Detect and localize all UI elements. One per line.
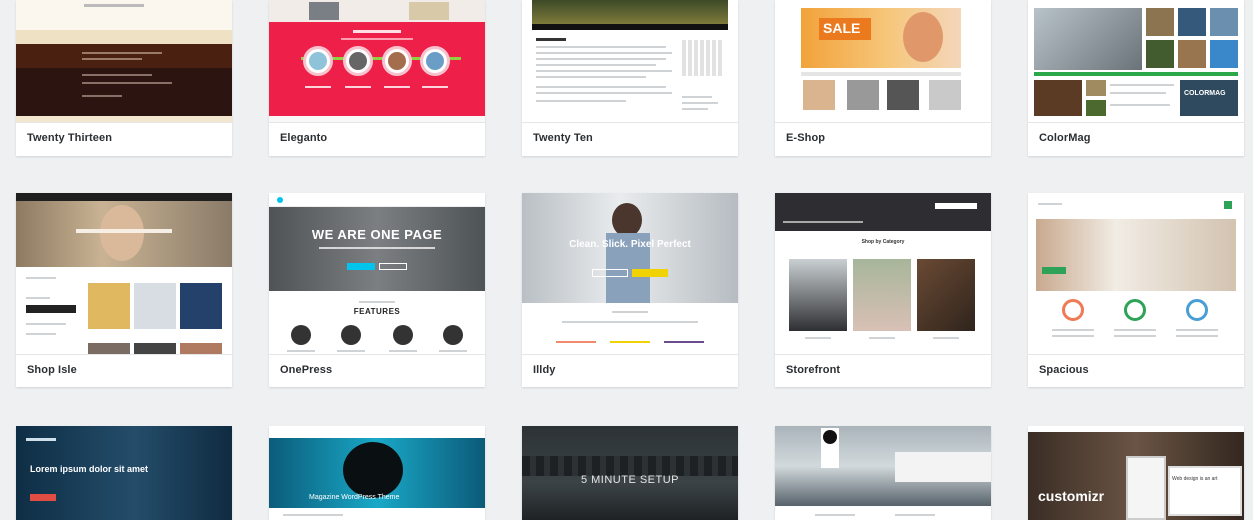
theme-screenshot: WE ARE ONE PAGE FEATURES xyxy=(269,193,485,354)
theme-screenshot: Lorem ipsum dolor sit amet xyxy=(16,426,232,520)
theme-screenshot: Clean. Slick. Pixel Perfect xyxy=(522,193,738,354)
row3-3-hero: 5 MINUTE SETUP xyxy=(580,474,680,486)
theme-screenshot xyxy=(1028,193,1244,354)
row3-2-hero: Magazine WordPress Theme xyxy=(309,494,400,501)
colormag-logo: COLORMAG xyxy=(1184,90,1226,97)
illdy-hero: Clean. Slick. Pixel Perfect xyxy=(569,239,691,250)
theme-name: Storefront xyxy=(786,364,841,376)
theme-name: Eleganto xyxy=(280,132,328,144)
theme-card-row3-1[interactable]: Lorem ipsum dolor sit amet xyxy=(16,426,232,520)
theme-screenshot: Shop by Category xyxy=(775,193,991,354)
theme-card-shop-isle[interactable]: Shop Isle xyxy=(16,193,232,387)
storefront-heading: Shop by Category xyxy=(861,239,905,245)
theme-screenshot: Magazine WordPress Theme xyxy=(269,426,485,520)
theme-screenshot xyxy=(522,0,738,122)
row3-5-logo: customizr xyxy=(1038,488,1105,504)
theme-card-eleganto[interactable]: Eleganto xyxy=(269,0,485,156)
theme-screenshot xyxy=(775,426,991,520)
theme-screenshot: COLORMAG xyxy=(1028,0,1244,122)
theme-name: Twenty Ten xyxy=(533,132,593,144)
theme-name: Spacious xyxy=(1039,364,1089,376)
theme-card-colormag[interactable]: COLORMAG ColorMag xyxy=(1028,0,1244,156)
theme-card-onepress[interactable]: WE ARE ONE PAGE FEATURES OnePress xyxy=(269,193,485,387)
onepress-hero: WE ARE ONE PAGE xyxy=(311,227,443,242)
theme-card-illdy[interactable]: Clean. Slick. Pixel Perfect Illdy xyxy=(522,193,738,387)
theme-card-spacious[interactable]: Spacious xyxy=(1028,193,1244,387)
row3-5-tag: Web design is an art xyxy=(1172,476,1218,482)
theme-card-e-shop[interactable]: SALE E-Shop xyxy=(775,0,991,156)
sale-text: SALE xyxy=(823,20,861,36)
theme-card-row3-5[interactable]: customizr Web design is an art xyxy=(1028,426,1244,520)
theme-grid: Twenty Thirteen Eleganto Twenty Ten SALE… xyxy=(0,0,1253,520)
theme-name: Shop Isle xyxy=(27,364,77,376)
theme-card-twenty-thirteen[interactable]: Twenty Thirteen xyxy=(16,0,232,156)
theme-card-row3-2[interactable]: Magazine WordPress Theme xyxy=(269,426,485,520)
onepress-features: FEATURES xyxy=(353,307,401,316)
theme-card-twenty-ten[interactable]: Twenty Ten xyxy=(522,0,738,156)
theme-card-row3-3[interactable]: 5 MINUTE SETUP xyxy=(522,426,738,520)
theme-screenshot xyxy=(16,193,232,354)
row3-1-hero: Lorem ipsum dolor sit amet xyxy=(30,464,149,474)
theme-screenshot: 5 MINUTE SETUP xyxy=(522,426,738,520)
theme-name: ColorMag xyxy=(1039,132,1091,144)
theme-name: Illdy xyxy=(533,364,556,376)
theme-name: E-Shop xyxy=(786,132,826,144)
theme-card-row3-4[interactable] xyxy=(775,426,991,520)
theme-card-storefront[interactable]: Shop by Category Storefront xyxy=(775,193,991,387)
theme-screenshot xyxy=(16,0,232,122)
theme-name: OnePress xyxy=(280,364,333,376)
theme-screenshot: SALE xyxy=(775,0,991,122)
theme-screenshot: customizr Web design is an art xyxy=(1028,426,1244,520)
theme-name: Twenty Thirteen xyxy=(27,132,113,144)
theme-screenshot xyxy=(269,0,485,122)
